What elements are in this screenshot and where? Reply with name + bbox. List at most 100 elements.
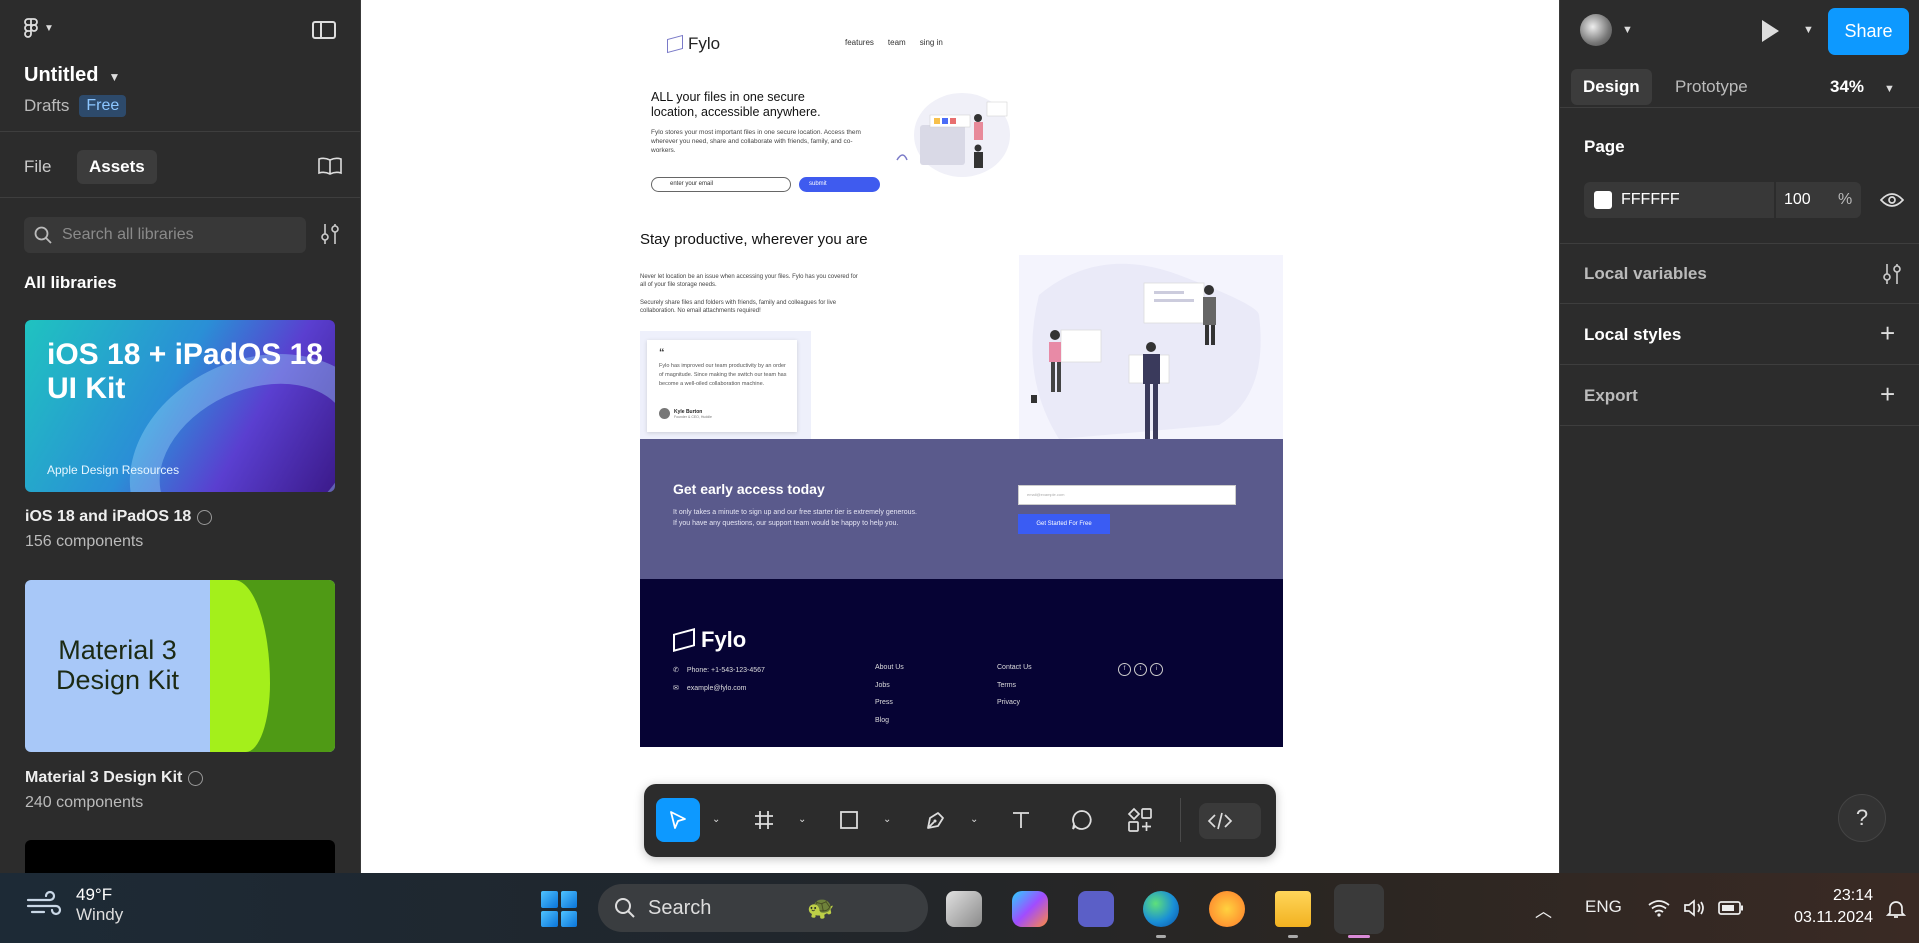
chevron-down-icon[interactable]: ⌄ <box>883 814 891 825</box>
card-footer: Apple Design Resources <box>47 463 180 477</box>
search-icon <box>615 898 635 918</box>
help-button[interactable]: ? <box>1838 794 1886 842</box>
chevron-down-icon[interactable]: ⌄ <box>970 814 978 825</box>
search-label: Search <box>648 896 712 919</box>
library-card[interactable] <box>25 840 335 873</box>
figma-app-icon[interactable] <box>1334 884 1384 934</box>
footer-links: Contact Us Terms Privacy <box>997 659 1032 712</box>
library-search[interactable] <box>24 217 306 253</box>
user-avatar[interactable] <box>1580 14 1612 46</box>
hex-value[interactable]: FFFFFF <box>1621 191 1680 209</box>
shape-tool[interactable] <box>827 798 871 842</box>
divider <box>1560 303 1919 304</box>
library-book-icon[interactable] <box>318 157 342 175</box>
avatar <box>659 408 670 419</box>
taskbar-search[interactable]: Search 🐢 <box>598 884 928 932</box>
footer-link: Contact Us <box>997 664 1032 671</box>
frame-tool[interactable] <box>742 798 786 842</box>
running-indicator <box>1156 935 1166 938</box>
figma-logo-icon <box>24 18 38 38</box>
battery-icon[interactable] <box>1718 901 1744 915</box>
start-button[interactable] <box>541 891 577 927</box>
tab-prototype[interactable]: Prototype <box>1675 77 1748 97</box>
section-text: Never let location be an issue when acce… <box>640 274 858 288</box>
color-swatch[interactable] <box>1594 191 1612 209</box>
variables-icon[interactable] <box>1882 262 1902 286</box>
card-title: Material 3 Design Kit <box>55 635 180 695</box>
divider <box>1560 107 1919 108</box>
opacity-value[interactable]: 100 <box>1784 191 1811 209</box>
tab-file[interactable]: File <box>24 157 51 177</box>
chevron-down-icon[interactable]: ▼ <box>1803 24 1814 36</box>
chevron-down-icon: ▼ <box>1884 83 1895 95</box>
library-card-material[interactable]: Material 3 Design Kit <box>25 580 335 752</box>
footer-link: Terms <box>997 681 1017 689</box>
eye-icon[interactable] <box>1880 192 1904 208</box>
tab-assets[interactable]: Assets <box>77 150 157 184</box>
copilot-icon[interactable] <box>1012 891 1048 927</box>
notification-bell-icon[interactable] <box>1886 899 1906 919</box>
task-view-icon[interactable] <box>946 891 982 927</box>
toggle-sidebar-icon[interactable] <box>312 21 336 39</box>
cta-heading: Get early access today <box>673 481 825 497</box>
testimonial-card: “ Fylo has improved our team productivit… <box>647 340 797 432</box>
show-hidden-icons-chevron-icon[interactable]: ︿ <box>1535 897 1552 922</box>
dev-mode-toggle[interactable] <box>1199 803 1261 839</box>
file-explorer-icon[interactable] <box>1275 891 1311 927</box>
mail-icon: ✉ <box>673 685 679 692</box>
main-menu-button[interactable]: ▼ <box>24 18 54 38</box>
hero-email-input: enter your email <box>651 177 791 192</box>
quote-icon: “ <box>659 347 665 359</box>
tab-design[interactable]: Design <box>1571 69 1652 105</box>
windows-logo-icon <box>560 891 577 908</box>
library-name[interactable]: Material 3 Design Kit <box>25 769 204 787</box>
add-export-plus-icon[interactable]: + <box>1880 379 1895 410</box>
share-button[interactable]: Share <box>1828 8 1909 55</box>
actions-tool[interactable] <box>1118 798 1162 842</box>
right-panel: ▼ ▼ Share Design Prototype 34% ▼ Page FFF… <box>1559 0 1919 873</box>
chevron-down-icon[interactable]: ⌄ <box>712 814 720 825</box>
add-style-plus-icon[interactable]: + <box>1880 318 1895 349</box>
canvas[interactable]: Fylo features team sing in ALL your file… <box>361 0 1559 873</box>
edge-browser-icon[interactable] <box>1143 891 1179 927</box>
section-heading: Stay productive, wherever you are <box>640 231 868 248</box>
search-input[interactable] <box>62 226 292 244</box>
teams-icon[interactable] <box>1078 891 1114 927</box>
vpn-app-icon[interactable] <box>1209 891 1245 927</box>
volume-icon[interactable] <box>1683 899 1707 917</box>
windows-taskbar: 49°F Windy Search 🐢 ︿ ENG 23:14 03.11.20… <box>0 873 1919 943</box>
section-title: All libraries <box>24 273 117 292</box>
language-indicator[interactable]: ENG <box>1585 897 1622 917</box>
hero-text: Fylo stores your most important files in… <box>651 129 861 154</box>
pen-tool[interactable] <box>914 798 958 842</box>
filter-icon[interactable] <box>320 222 340 246</box>
library-count: 156 components <box>25 533 144 550</box>
cursor-icon <box>670 811 686 829</box>
testimonial-text: Fylo has improved our team productivity … <box>659 363 787 387</box>
file-title[interactable]: Untitled ▼ <box>24 64 120 87</box>
active-indicator <box>1348 935 1370 938</box>
move-tool[interactable] <box>656 798 700 842</box>
weather-widget[interactable]: 49°F Windy <box>26 885 123 925</box>
wifi-icon[interactable] <box>1647 899 1671 917</box>
text-tool[interactable] <box>999 798 1043 842</box>
system-clock[interactable]: 23:14 03.11.2024 <box>1768 885 1873 929</box>
library-name[interactable]: iOS 18 and iPadOS 18 <box>25 508 213 526</box>
chevron-down-icon[interactable]: ▼ <box>1622 24 1633 36</box>
page-color-field[interactable]: FFFFFF 100 % <box>1584 182 1861 218</box>
globe-icon <box>197 509 213 525</box>
components-icon <box>1127 807 1152 832</box>
site-footer: Fylo ✆ Phone: +1-543-123-4567 ✉ example@fy… <box>640 579 1283 747</box>
chevron-down-icon[interactable]: ⌄ <box>798 814 806 825</box>
library-card-ios[interactable]: iOS 18 + iPadOS 18 UI Kit Apple Design R… <box>25 320 335 492</box>
local-variables-heading[interactable]: Local variables <box>1584 264 1707 284</box>
drafts-link[interactable]: Drafts <box>24 96 69 116</box>
footer-link: Blog <box>875 716 890 724</box>
zoom-level[interactable]: 34% ▼ <box>1830 77 1895 97</box>
field-divider <box>1774 182 1776 218</box>
footer-link: Privacy <box>997 699 1020 706</box>
export-heading: Export <box>1584 386 1638 405</box>
comment-tool[interactable] <box>1060 798 1104 842</box>
present-play-icon[interactable] <box>1762 20 1779 42</box>
chevron-down-icon: ▼ <box>44 22 54 34</box>
